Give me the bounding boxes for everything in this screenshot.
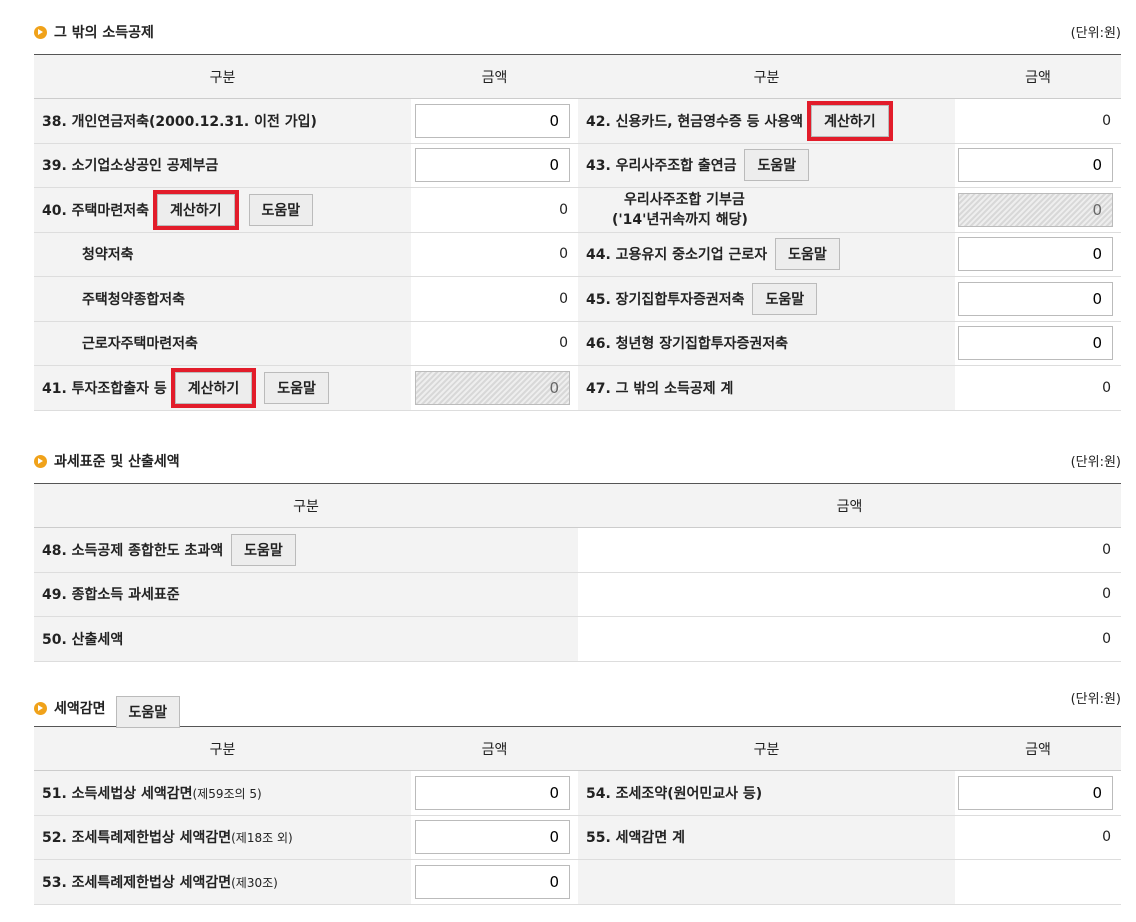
tax-base-amount: 0 bbox=[1102, 586, 1111, 603]
section-header: 세액감면 도움말 (단위:원) bbox=[34, 688, 1121, 728]
section-header: 과세표준 및 산출세액 (단위:원) bbox=[34, 451, 1121, 475]
section-title: 세액감면 bbox=[54, 701, 106, 717]
long-term-fund-help-button[interactable]: 도움말 bbox=[752, 282, 818, 315]
row-label: 41. 투자조합출자 등 bbox=[42, 380, 167, 397]
row-label-note: (제30조) bbox=[231, 875, 278, 890]
row-label: 46. 청년형 장기집합투자증권저축 bbox=[578, 321, 955, 366]
row-label: 49. 종합소득 과세표준 bbox=[34, 572, 578, 617]
row-label: 43. 우리사주조합 출연금 bbox=[586, 158, 737, 175]
table-row: 53. 조세특례제한법상 세액감면(제30조) bbox=[34, 859, 1121, 905]
employment-retention-help-button[interactable]: 도움말 bbox=[775, 238, 840, 271]
youth-fund-input[interactable] bbox=[958, 326, 1113, 361]
header-amount: 금액 bbox=[955, 726, 1121, 771]
row-label: 45. 장기집합투자증권저축 bbox=[586, 291, 745, 308]
row-label: 39. 소기업소상공인 공제부금 bbox=[34, 143, 411, 188]
row-label: 55. 세액감면 계 bbox=[578, 815, 955, 860]
header-category: 구분 bbox=[34, 483, 578, 528]
row-label: 52. 조세특례제한법상 세액감면 bbox=[42, 830, 232, 847]
credit-card-amount: 0 bbox=[1102, 112, 1111, 129]
investment-calc-button[interactable]: 계산하기 bbox=[170, 367, 257, 408]
esop-donation-input bbox=[958, 192, 1113, 227]
tax-reduction-total: 0 bbox=[1102, 829, 1111, 846]
row-label: 50. 산출세액 bbox=[34, 616, 578, 662]
other-deductions-table: 구분 금액 구분 금액 38. 개인연금저축(2000.12.31. 이전 가입… bbox=[34, 54, 1121, 411]
tax-reduction-help-button[interactable]: 도움말 bbox=[115, 696, 181, 728]
unit-label: (단위:원) bbox=[1070, 455, 1121, 470]
esop-help-button[interactable]: 도움말 bbox=[744, 149, 810, 182]
employment-retention-input[interactable] bbox=[958, 237, 1113, 272]
row-label: 38. 개인연금저축(2000.12.31. 이전 가입) bbox=[34, 98, 411, 144]
section-tax-base: 과세표준 및 산출세액 (단위:원) 구분 금액 48. 소득공제 종합한도 초… bbox=[34, 451, 1121, 662]
row-label: 42. 신용카드, 현금영수증 등 사용액 bbox=[586, 113, 804, 130]
table-row: 49. 종합소득 과세표준 0 bbox=[34, 572, 1121, 617]
table-row: 청약저축 0 44. 고용유지 중소기업 근로자 도움말 bbox=[34, 232, 1121, 277]
housing-subscription-amount: 0 bbox=[559, 290, 568, 307]
table-row: 52. 조세특례제한법상 세액감면(제18조 외) 55. 세액감면 계 0 bbox=[34, 815, 1121, 860]
row-label: 주택청약종합저축 bbox=[34, 276, 411, 322]
unit-label: (단위:원) bbox=[1070, 26, 1121, 41]
housing-savings-help-button[interactable]: 도움말 bbox=[248, 193, 314, 226]
row-label: 근로자주택마련저축 bbox=[34, 321, 411, 366]
row-label-note: ('14'년귀속까지 해당) bbox=[612, 211, 748, 228]
housing-savings-amount: 0 bbox=[559, 201, 568, 218]
calculated-tax-amount: 0 bbox=[1102, 630, 1111, 647]
investment-help-button[interactable]: 도움말 bbox=[264, 371, 329, 404]
income-tax-reduction-input[interactable] bbox=[415, 775, 570, 810]
header-amount: 금액 bbox=[578, 483, 1121, 528]
bullet-arrow-icon bbox=[34, 25, 47, 39]
deduction-limit-help-button[interactable]: 도움말 bbox=[231, 533, 296, 566]
tax-treaty-input[interactable] bbox=[958, 775, 1113, 810]
header-amount: 금액 bbox=[411, 726, 578, 771]
personal-pension-input[interactable] bbox=[415, 103, 570, 138]
unit-label: (단위:원) bbox=[1070, 692, 1121, 707]
row-label-note: (제18조 외) bbox=[231, 831, 293, 846]
row-label: 40. 주택마련저축 bbox=[42, 202, 149, 219]
long-term-fund-input[interactable] bbox=[958, 281, 1113, 316]
header-amount: 금액 bbox=[955, 54, 1121, 99]
special-tax-reduction-18-input[interactable] bbox=[415, 820, 570, 855]
tax-base-table: 구분 금액 48. 소득공제 종합한도 초과액 도움말 0 49. 종합소득 과세… bbox=[34, 483, 1121, 662]
deduction-limit-amount: 0 bbox=[1102, 541, 1111, 558]
credit-card-calc-button[interactable]: 계산하기 bbox=[807, 100, 893, 141]
row-label: 54. 조세조약(원어민교사 등) bbox=[578, 770, 955, 816]
other-deductions-total: 0 bbox=[1102, 379, 1111, 396]
table-row: 근로자주택마련저축 0 46. 청년형 장기집합투자증권저축 bbox=[34, 321, 1121, 366]
header-category: 구분 bbox=[34, 54, 411, 99]
esop-contribution-input[interactable] bbox=[958, 148, 1113, 183]
small-business-input[interactable] bbox=[415, 148, 570, 183]
section-other-deductions: 그 밖의 소득공제 (단위:원) 구분 금액 구분 금액 38. 개인연금저축(… bbox=[34, 22, 1121, 411]
table-row: 38. 개인연금저축(2000.12.31. 이전 가입) 42. 신용카드, … bbox=[34, 98, 1121, 144]
section-header: 그 밖의 소득공제 (단위:원) bbox=[34, 22, 1121, 46]
header-category: 구분 bbox=[578, 726, 955, 771]
table-row: 39. 소기업소상공인 공제부금 43. 우리사주조합 출연금 도움말 bbox=[34, 143, 1121, 188]
investment-amount-input bbox=[415, 370, 570, 405]
section-title: 그 밖의 소득공제 bbox=[54, 25, 154, 41]
header-category: 구분 bbox=[578, 54, 955, 99]
table-row: 51. 소득세법상 세액감면(제59조의 5) 54. 조세조약(원어민교사 등… bbox=[34, 770, 1121, 816]
table-row: 50. 산출세액 0 bbox=[34, 616, 1121, 662]
housing-savings-calc-button[interactable]: 계산하기 bbox=[152, 189, 239, 230]
row-label: 53. 조세특례제한법상 세액감면 bbox=[42, 874, 232, 891]
row-label-note: (제59조의 5) bbox=[192, 786, 262, 801]
section-title: 과세표준 및 산출세액 bbox=[54, 454, 180, 470]
special-tax-reduction-30-input[interactable] bbox=[415, 864, 570, 899]
header-amount: 금액 bbox=[411, 54, 578, 99]
table-row: 41. 투자조합출자 등계산하기도움말 47. 그 밖의 소득공제 계 0 bbox=[34, 365, 1121, 411]
row-label: 51. 소득세법상 세액감면 bbox=[42, 785, 193, 802]
table-row: 40. 주택마련저축 계산하기 도움말 0 우리사주조합 기부금 ('14'년귀속까… bbox=[34, 187, 1121, 233]
section-tax-reduction: 세액감면 도움말 (단위:원) 구분 금액 구분 금액 51. 소득세법상 세액… bbox=[34, 688, 1121, 905]
table-row: 48. 소득공제 종합한도 초과액 도움말 0 bbox=[34, 527, 1121, 573]
bullet-arrow-icon bbox=[34, 454, 47, 468]
row-label: 47. 그 밖의 소득공제 계 bbox=[578, 365, 955, 411]
header-category: 구분 bbox=[34, 726, 411, 771]
bullet-arrow-icon bbox=[34, 701, 47, 715]
row-label: 우리사주조합 기부금 bbox=[624, 191, 745, 208]
table-row: 주택청약종합저축 0 45. 장기집합투자증권저축 도움말 bbox=[34, 276, 1121, 322]
subscription-savings-amount: 0 bbox=[559, 246, 568, 263]
row-label: 청약저축 bbox=[34, 232, 411, 277]
worker-housing-amount: 0 bbox=[559, 335, 568, 352]
row-label: 44. 고용유지 중소기업 근로자 bbox=[586, 247, 768, 264]
row-label: 48. 소득공제 종합한도 초과액 bbox=[42, 542, 224, 559]
tax-reduction-table: 구분 금액 구분 금액 51. 소득세법상 세액감면(제59조의 5) 54. … bbox=[34, 726, 1121, 905]
